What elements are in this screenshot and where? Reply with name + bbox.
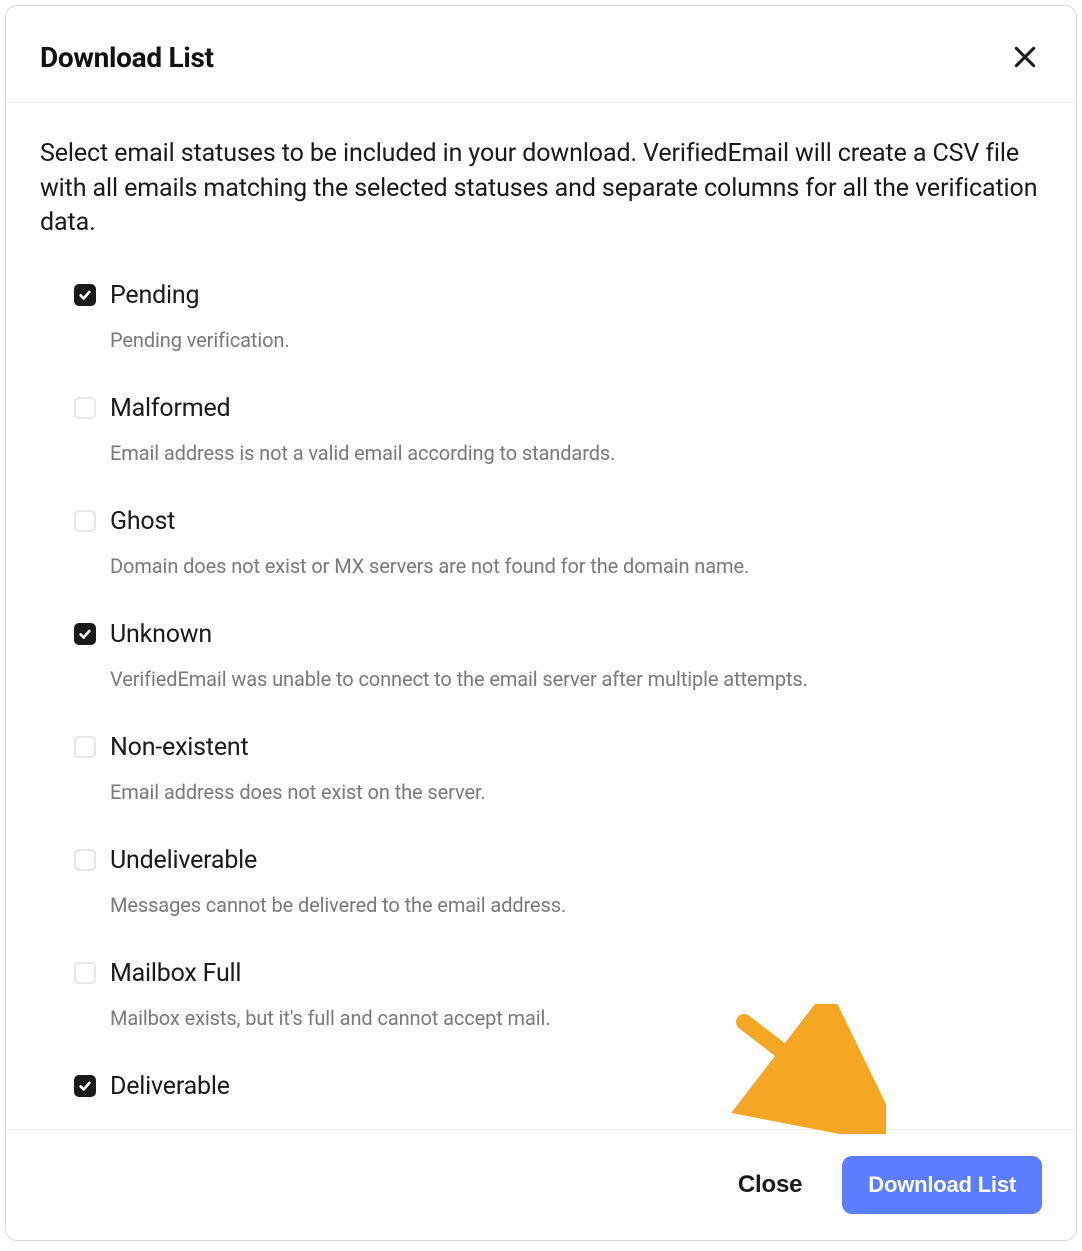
status-row: Unknown: [74, 620, 1042, 649]
status-desc: Pending verification.: [110, 328, 1042, 352]
status-item-non-existent: Non-existent Email address does not exis…: [74, 733, 1042, 804]
spacer: [40, 1101, 1042, 1130]
status-row: Deliverable: [74, 1072, 1042, 1101]
dialog-body[interactable]: Select email statuses to be included in …: [6, 103, 1076, 1129]
status-item-unknown: Unknown VerifiedEmail was unable to conn…: [74, 620, 1042, 691]
checkbox-undeliverable[interactable]: [74, 849, 96, 871]
status-item-deliverable: Deliverable: [74, 1072, 1042, 1101]
checkbox-deliverable[interactable]: [74, 1075, 96, 1097]
checkbox-unknown[interactable]: [74, 623, 96, 645]
status-item-pending: Pending Pending verification.: [74, 281, 1042, 352]
check-icon: [78, 1079, 92, 1093]
checkbox-mailbox-full[interactable]: [74, 962, 96, 984]
close-icon: [1012, 44, 1038, 70]
status-label[interactable]: Pending: [110, 281, 199, 310]
status-desc: VerifiedEmail was unable to connect to t…: [110, 667, 1042, 691]
status-item-malformed: Malformed Email address is not a valid e…: [74, 394, 1042, 465]
status-row: Pending: [74, 281, 1042, 310]
checkbox-malformed[interactable]: [74, 397, 96, 419]
status-item-undeliverable: Undeliverable Messages cannot be deliver…: [74, 846, 1042, 917]
status-desc: Email address is not a valid email accor…: [110, 441, 1042, 465]
checkbox-non-existent[interactable]: [74, 736, 96, 758]
check-icon: [78, 288, 92, 302]
status-row: Malformed: [74, 394, 1042, 423]
close-icon-button[interactable]: [1008, 40, 1042, 74]
dialog-title: Download List: [40, 41, 214, 74]
status-label[interactable]: Undeliverable: [110, 846, 257, 875]
status-desc: Email address does not exist on the serv…: [110, 780, 1042, 804]
status-list: Pending Pending verification. Malformed …: [40, 281, 1042, 1101]
status-item-mailbox-full: Mailbox Full Mailbox exists, but it's fu…: [74, 959, 1042, 1030]
status-label[interactable]: Unknown: [110, 620, 212, 649]
download-list-dialog: Download List Select email statuses to b…: [5, 5, 1077, 1241]
status-desc: Domain does not exist or MX servers are …: [110, 554, 1042, 578]
checkbox-pending[interactable]: [74, 284, 96, 306]
status-label[interactable]: Deliverable: [110, 1072, 230, 1101]
status-label[interactable]: Malformed: [110, 394, 230, 423]
download-list-button[interactable]: Download List: [842, 1156, 1042, 1214]
close-button[interactable]: Close: [738, 1171, 802, 1199]
status-label[interactable]: Ghost: [110, 507, 175, 536]
dialog-footer: Close Download List: [6, 1129, 1076, 1240]
status-row: Undeliverable: [74, 846, 1042, 875]
check-icon: [78, 627, 92, 641]
status-row: Non-existent: [74, 733, 1042, 762]
checkbox-ghost[interactable]: [74, 510, 96, 532]
status-item-ghost: Ghost Domain does not exist or MX server…: [74, 507, 1042, 578]
status-label[interactable]: Non-existent: [110, 733, 248, 762]
status-desc: Mailbox exists, but it's full and cannot…: [110, 1006, 1042, 1030]
intro-text: Select email statuses to be included in …: [40, 137, 1042, 241]
status-desc: Messages cannot be delivered to the emai…: [110, 893, 1042, 917]
status-row: Mailbox Full: [74, 959, 1042, 988]
dialog-header: Download List: [6, 6, 1076, 103]
status-row: Ghost: [74, 507, 1042, 536]
status-label[interactable]: Mailbox Full: [110, 959, 241, 988]
